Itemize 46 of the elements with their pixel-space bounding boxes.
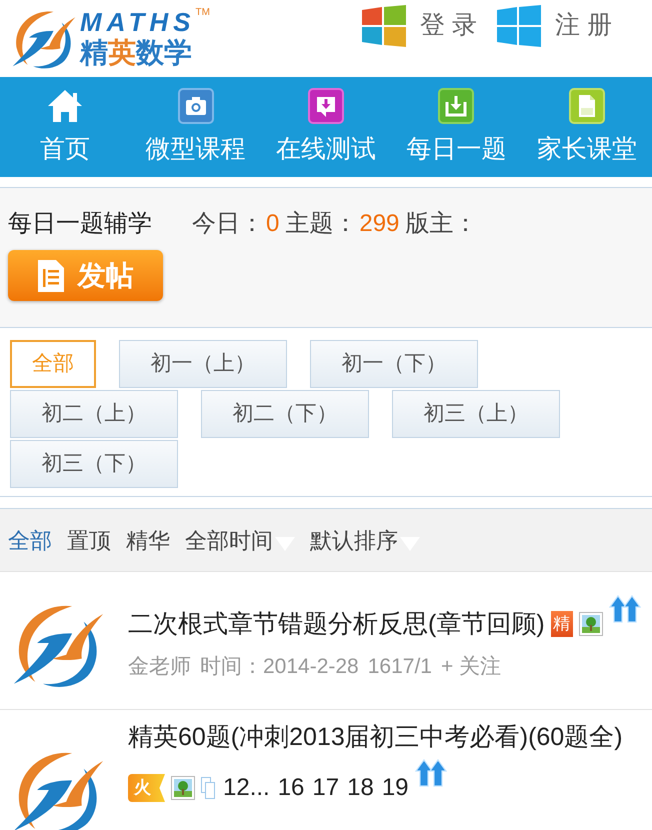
thread-title[interactable]: 精英60题(冲刺2013届初三中考必看)(60题全)	[128, 721, 623, 753]
account-link[interactable]: 注 册	[497, 5, 612, 47]
category-tab[interactable]: 初三（下）	[10, 440, 178, 488]
pages-icon	[201, 777, 215, 799]
document-icon	[568, 88, 605, 124]
filter-link[interactable]: 精华	[126, 524, 170, 556]
home-icon	[47, 88, 84, 124]
camera-icon	[178, 88, 214, 124]
window-grid-icon	[497, 5, 542, 47]
filter-link[interactable]: 默认排序	[310, 524, 420, 556]
filter-link[interactable]: 全部时间	[185, 524, 295, 556]
stat-label: 主题：	[285, 210, 358, 238]
page-link[interactable]: 17	[312, 773, 340, 803]
stat-label: 今日：	[192, 210, 264, 238]
digest-badge: 精	[550, 611, 573, 637]
category-tab[interactable]: 初一（上）	[119, 340, 287, 388]
window-grid-icon	[362, 5, 406, 47]
post-date: 2014-2-28	[263, 654, 359, 680]
reply-view-count: 1617/1	[368, 654, 432, 680]
filter-link[interactable]: 全部	[8, 524, 52, 556]
page-link[interactable]: 19	[382, 773, 409, 803]
stat-value: 0	[266, 210, 280, 238]
category-tab[interactable]: 初三（上）	[392, 390, 560, 438]
thread-title[interactable]: 二次根式章节错题分析反思(章节回顾)	[128, 608, 545, 640]
download-tray-icon	[438, 88, 474, 124]
category-tab[interactable]: 初一（下）	[310, 340, 478, 388]
account-link[interactable]: 登 录	[362, 5, 478, 47]
page-link[interactable]: 18	[347, 773, 374, 803]
download-box-icon	[308, 88, 344, 124]
stat-label: 版主：	[405, 210, 478, 238]
picture-icon	[171, 776, 195, 800]
logo-wordmark: MATHS	[80, 8, 196, 36]
hot-badge: 火	[128, 774, 165, 802]
time-label: 时间：	[200, 654, 263, 680]
page-link[interactable]: 12...	[223, 773, 270, 803]
author-name: 金老师	[128, 654, 191, 680]
filter-link[interactable]: 置顶	[67, 524, 111, 556]
category-tab[interactable]: 初二（上）	[10, 390, 178, 438]
category-tab[interactable]: 初二（下）	[201, 390, 369, 438]
trademark-label: TM	[196, 8, 210, 18]
stat-value: 299	[359, 210, 400, 238]
logo-name: 精英数学	[80, 36, 193, 70]
page-link[interactable]: 16	[278, 773, 304, 803]
document-icon	[38, 260, 64, 292]
forum-title: 每日一题辅学	[8, 210, 152, 238]
picture-icon	[578, 612, 603, 636]
